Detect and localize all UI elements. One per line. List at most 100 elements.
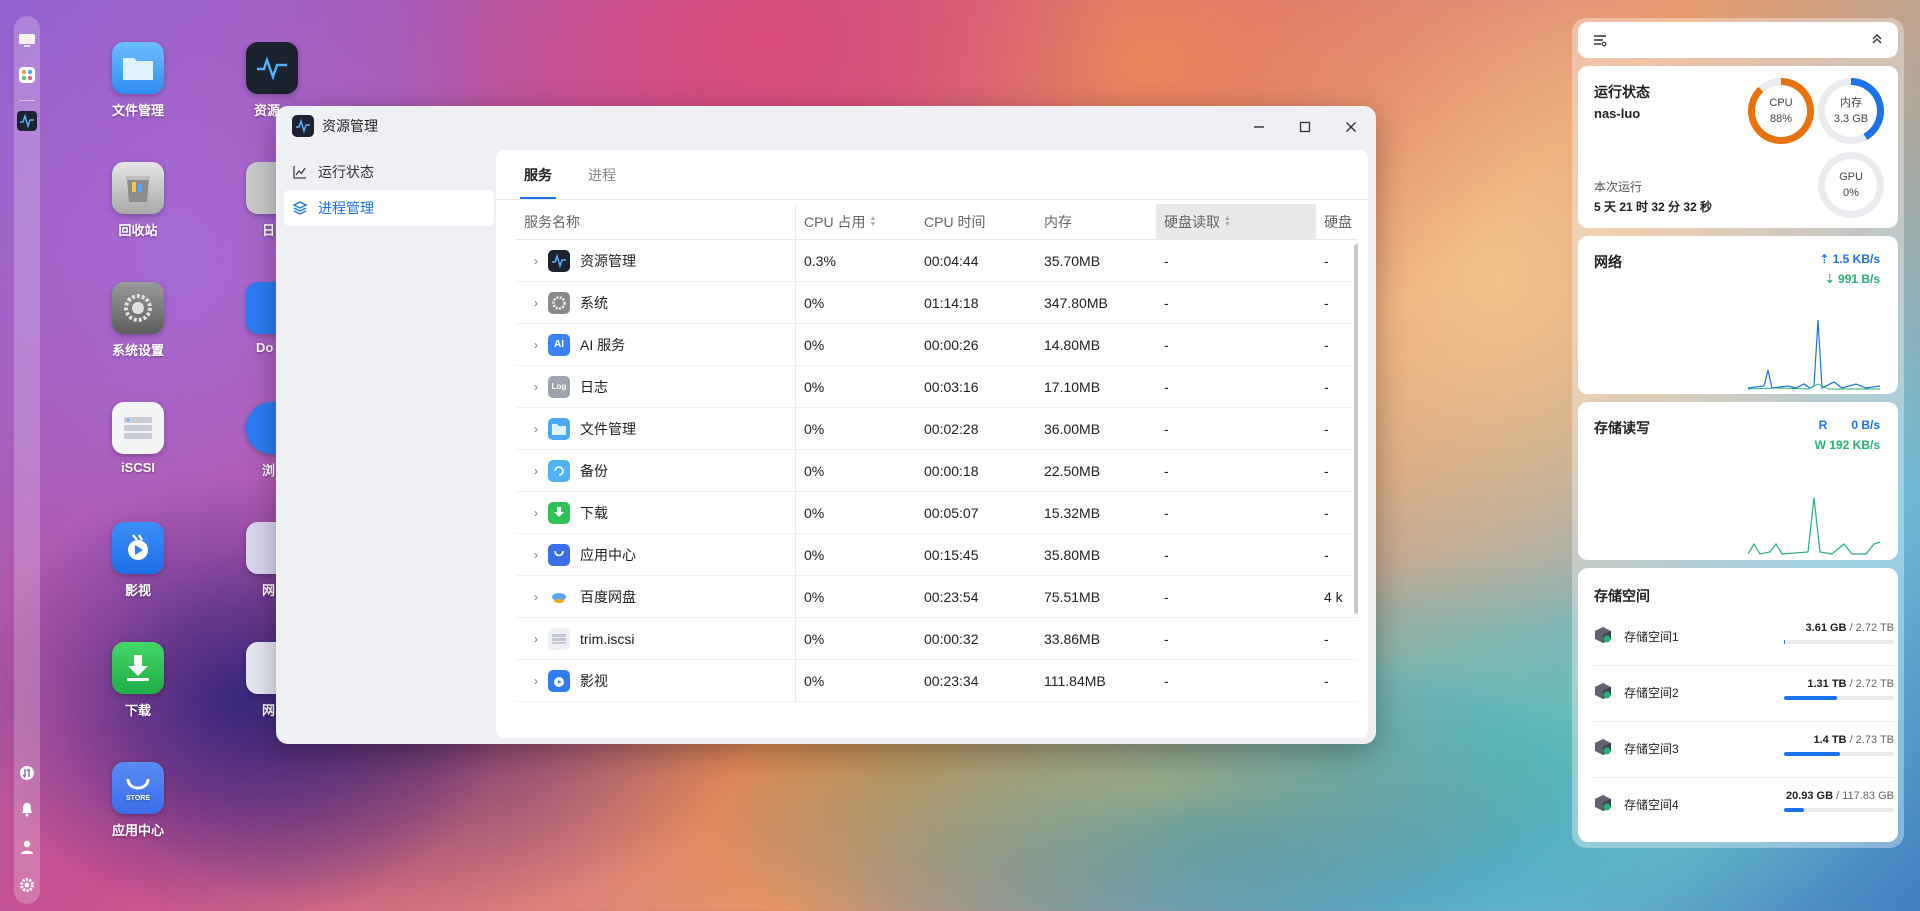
minimize-button[interactable] <box>1246 114 1272 140</box>
window-titlebar[interactable]: 资源管理 <box>276 106 1376 146</box>
service-name: 影视 <box>580 672 608 689</box>
table-row[interactable]: › trim.iscsi 0% 00:00:32 33.86MB - - <box>516 617 1358 660</box>
resource-monitor-icon[interactable] <box>14 108 40 134</box>
network-icon <box>246 522 276 574</box>
desktop-iscsi[interactable]: iSCSI <box>90 402 186 475</box>
app-grid-icon[interactable] <box>14 62 40 88</box>
notification-bell-icon[interactable] <box>14 796 40 822</box>
maximize-button[interactable] <box>1292 114 1318 140</box>
desktop-network[interactable]: 网 <box>234 522 276 599</box>
expand-chevron-icon[interactable]: › <box>524 254 548 268</box>
video-icon <box>548 669 570 692</box>
expand-chevron-icon[interactable]: › <box>524 632 548 646</box>
column-header-cpu-time[interactable]: CPU 时间 <box>916 204 1036 240</box>
service-name: trim.iscsi <box>580 630 635 647</box>
desktop-download[interactable]: 下载 <box>90 642 186 719</box>
storage-volume-item[interactable]: 存储空间2 1.31 TB / 2.72 TB <box>1594 666 1894 722</box>
storage-io-sparkline <box>1748 497 1880 555</box>
table-row[interactable]: › 资源管理 0.3% 00:04:44 35.70MB - - <box>516 239 1358 282</box>
table-row[interactable]: › Log 日志 0% 00:03:16 17.10MB - - <box>516 365 1358 408</box>
uptime-label: 本次运行 <box>1594 180 1643 194</box>
disk-write-cell: - <box>1324 294 1329 311</box>
expand-chevron-icon[interactable]: › <box>524 296 548 310</box>
storage-space-widget[interactable]: 存储空间 存储空间1 3.61 GB / 2.72 TB 存储空间2 1.31 TB … <box>1578 568 1898 842</box>
memory-usage-ring: 内存 3.3 GB <box>1818 78 1884 144</box>
filter-settings-icon[interactable] <box>1592 32 1608 51</box>
table-row[interactable]: › 影视 0% 00:23:34 111.84MB - - <box>516 659 1358 702</box>
column-header-cpu[interactable]: CPU 占用 ▲ ▼ <box>796 204 916 240</box>
expand-chevron-icon[interactable]: › <box>524 548 548 562</box>
status-widget[interactable]: 运行状态 nas-luo 本次运行 5 天 21 时 32 分 32 秒 CPU… <box>1578 66 1898 228</box>
desktop-netdisk[interactable]: 网 <box>234 642 276 719</box>
widget-toolbar <box>1578 22 1898 58</box>
close-button[interactable] <box>1338 114 1364 140</box>
expand-chevron-icon[interactable]: › <box>524 590 548 604</box>
desktop-icon[interactable] <box>14 28 40 54</box>
disk-write-cell: - <box>1324 630 1329 647</box>
desktop-recycle-bin[interactable]: 回收站 <box>90 162 186 239</box>
memory-cell: 347.80MB <box>1044 294 1108 311</box>
table-row[interactable]: › 百度网盘 0% 00:23:54 75.51MB - 4 k <box>516 575 1358 618</box>
desktop-file-manager[interactable]: 文件管理 <box>90 42 186 119</box>
cpu-time-cell: 00:23:34 <box>924 672 979 689</box>
vertical-scrollbar[interactable] <box>1354 244 1358 614</box>
storage-volume-item[interactable]: 存储空间3 1.4 TB / 2.73 TB <box>1594 722 1894 778</box>
expand-chevron-icon[interactable]: › <box>524 380 548 394</box>
service-name: 系统 <box>580 294 608 311</box>
network-widget[interactable]: 网络 ⇡ 1.5 KB/s ⇣ 991 B/s <box>1578 236 1898 394</box>
tab-services[interactable]: 服务 <box>520 150 556 199</box>
desktop-browser[interactable]: 浏 <box>234 402 276 479</box>
settings-gear-icon[interactable] <box>14 872 40 898</box>
service-name-cell: › 资源管理 <box>516 239 796 282</box>
column-header-name[interactable]: 服务名称 <box>516 204 796 240</box>
storage-volume-item[interactable]: 存储空间1 3.61 GB / 2.72 TB <box>1594 610 1894 666</box>
services-table: 服务名称 CPU 占用 ▲ ▼ CPU 时间 内存 硬盘读取 ▲ ▼ 硬盘 › 资源管理 0… <box>516 204 1358 704</box>
service-name-cell: › 系统 <box>516 281 796 324</box>
layers-icon <box>292 201 308 215</box>
expand-chevron-icon[interactable]: › <box>524 464 548 478</box>
storage-volume-item[interactable]: 存储空间4 20.93 GB / 117.83 GB <box>1594 778 1894 834</box>
sort-icon: ▲ ▼ <box>869 215 877 228</box>
collapse-chevron-icon[interactable] <box>1870 32 1884 49</box>
expand-chevron-icon[interactable]: › <box>524 506 548 520</box>
table-row[interactable]: › 系统 0% 01:14:18 347.80MB - - <box>516 281 1358 324</box>
desktop-system-settings[interactable]: 系统设置 <box>90 282 186 359</box>
expand-chevron-icon[interactable]: › <box>524 338 548 352</box>
storage-io-widget[interactable]: 存储读写 R0 B/s W 192 KB/s <box>1578 402 1898 560</box>
desktop-app-center[interactable]: STORE 应用中心 <box>90 762 186 839</box>
table-row[interactable]: › 文件管理 0% 00:02:28 36.00MB - - <box>516 407 1358 450</box>
memory-cell: 111.84MB <box>1044 672 1106 689</box>
cpu-usage-cell: 0% <box>804 420 825 437</box>
table-row[interactable]: › 备份 0% 00:00:18 22.50MB - - <box>516 449 1358 492</box>
volume-usage: 1.4 TB / 2.73 TB <box>1813 734 1894 746</box>
column-header-memory[interactable]: 内存 <box>1036 204 1156 240</box>
cpu-ring-label: CPU <box>1769 97 1793 109</box>
sidebar-item-process[interactable]: 进程管理 <box>284 190 494 226</box>
service-name: AI 服务 <box>580 336 626 353</box>
desktop-log[interactable]: 日 <box>234 162 276 239</box>
volume-usage-bar <box>1784 640 1894 644</box>
volume-usage: 1.31 TB / 2.72 TB <box>1807 678 1894 690</box>
column-header-disk-read[interactable]: 硬盘读取 ▲ ▼ <box>1156 204 1316 240</box>
expand-chevron-icon[interactable]: › <box>524 674 548 688</box>
service-name-cell: › AI AI 服务 <box>516 323 796 366</box>
tab-processes[interactable]: 进程 <box>584 150 620 199</box>
desktop-video[interactable]: 影视 <box>90 522 186 599</box>
table-row[interactable]: › 应用中心 0% 00:15:45 35.80MB - - <box>516 533 1358 576</box>
network-widget-title: 网络 <box>1594 254 1622 270</box>
table-row[interactable]: › 下载 0% 00:05:07 15.32MB - - <box>516 491 1358 534</box>
upload-arrow-icon: ⇡ <box>1819 252 1833 266</box>
volume-name: 存储空间2 <box>1624 686 1679 700</box>
table-row[interactable]: › AI AI 服务 0% 00:00:26 14.80MB - - <box>516 323 1358 366</box>
cpu-time-cell: 00:03:16 <box>924 378 979 395</box>
column-header-disk-write[interactable]: 硬盘 <box>1316 204 1358 240</box>
expand-chevron-icon[interactable]: › <box>524 422 548 436</box>
sidebar-item-status[interactable]: 运行状态 <box>284 154 494 190</box>
desktop-icon-label: 网 <box>262 703 276 718</box>
user-icon[interactable] <box>14 834 40 860</box>
resource-monitor-icon <box>548 249 570 272</box>
transfer-icon[interactable] <box>14 760 40 786</box>
log-icon: Log <box>548 375 570 398</box>
volume-name: 存储空间4 <box>1624 798 1679 812</box>
desktop-docker[interactable]: Do <box>234 282 276 355</box>
